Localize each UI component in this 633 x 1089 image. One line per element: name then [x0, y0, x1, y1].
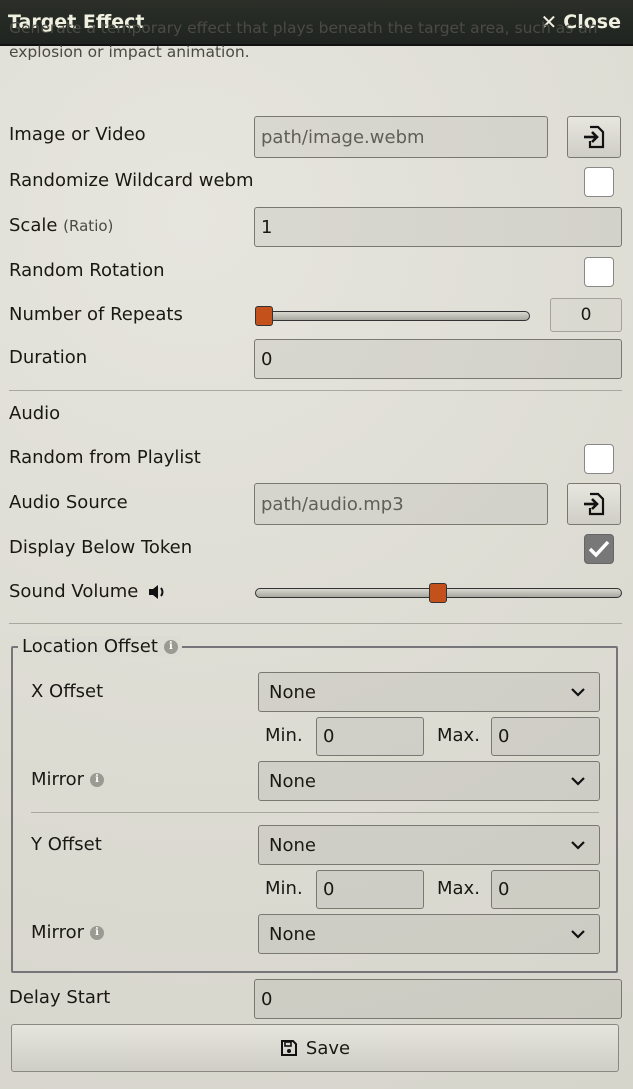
y-offset-select[interactable]: None	[258, 825, 600, 865]
image-file-picker-button[interactable]	[567, 116, 621, 158]
random-playlist-label: Random from Playlist	[9, 447, 201, 468]
save-button[interactable]: Save	[11, 1024, 619, 1072]
scale-input[interactable]: 1	[254, 207, 622, 247]
form-hint: Generate a temporary effect that plays b…	[9, 19, 598, 61]
y-mirror-value: None	[269, 923, 316, 945]
y-min-input[interactable]: 0	[316, 870, 424, 909]
location-offset-legend: Location Offset i	[18, 636, 182, 657]
x-offset-label: X Offset	[31, 681, 104, 702]
divider	[9, 623, 622, 624]
repeats-value: 0	[550, 298, 622, 332]
repeats-label: Number of Repeats	[9, 304, 183, 325]
y-mirror-label: Mirror	[31, 922, 85, 943]
audio-heading: Audio	[9, 403, 61, 424]
image-label: Image or Video	[9, 124, 146, 145]
duration-input[interactable]: 0	[254, 339, 622, 379]
delay-start-label: Delay Start	[9, 987, 111, 1008]
y-offset-value: None	[269, 834, 316, 856]
random-rotation-label: Random Rotation	[9, 260, 165, 281]
y-mirror-label-wrap: Mirror i	[31, 922, 105, 943]
checkmark-icon	[588, 540, 610, 558]
chevron-down-icon	[571, 688, 585, 697]
x-min-input[interactable]: 0	[316, 717, 424, 756]
save-icon	[280, 1040, 297, 1056]
duration-label: Duration	[9, 347, 88, 368]
randomize-label: Randomize Wildcard webm	[9, 170, 254, 191]
y-min-label: Min.	[265, 878, 303, 899]
file-import-icon	[584, 492, 605, 516]
chevron-down-icon	[571, 777, 585, 786]
x-max-input[interactable]: 0	[491, 717, 600, 756]
scale-label: Scale (Ratio)	[9, 215, 113, 236]
divider	[9, 390, 622, 391]
save-label: Save	[305, 1037, 351, 1059]
below-token-label: Display Below Token	[9, 537, 193, 558]
y-mirror-select[interactable]: None	[258, 914, 600, 954]
repeats-slider-track[interactable]	[255, 311, 530, 321]
volume-icon	[149, 584, 164, 599]
x-mirror-label-wrap: Mirror i	[31, 769, 105, 790]
chevron-down-icon	[571, 841, 585, 850]
random-playlist-checkbox[interactable]	[584, 444, 614, 474]
sound-volume-label: Sound Volume	[9, 581, 139, 602]
image-path-input[interactable]: path/image.webm	[254, 116, 548, 158]
chevron-down-icon	[571, 930, 585, 939]
volume-slider-thumb[interactable]	[428, 583, 447, 603]
x-mirror-label: Mirror	[31, 769, 85, 790]
x-max-label: Max.	[437, 725, 480, 746]
audio-file-picker-button[interactable]	[567, 483, 621, 525]
x-mirror-select[interactable]: None	[258, 761, 600, 801]
location-offset-title: Location Offset	[22, 636, 158, 657]
target-effect-window: Target Effect ✕ Close Generate a tempora…	[0, 0, 633, 1089]
x-min-label: Min.	[265, 725, 303, 746]
below-token-checkbox[interactable]	[584, 534, 614, 564]
repeats-slider-thumb[interactable]	[255, 306, 273, 326]
audio-source-label: Audio Source	[9, 492, 128, 513]
file-import-icon	[584, 125, 605, 149]
x-mirror-value: None	[269, 770, 316, 792]
scale-sub-label: (Ratio)	[63, 217, 114, 235]
sound-volume-label-wrap: Sound Volume	[9, 581, 168, 602]
y-offset-label: Y Offset	[31, 834, 102, 855]
y-max-label: Max.	[437, 878, 480, 899]
x-offset-select[interactable]: None	[258, 672, 600, 712]
divider	[31, 812, 599, 813]
random-rotation-checkbox[interactable]	[584, 257, 614, 287]
info-icon[interactable]: i	[90, 925, 105, 940]
audio-path-input[interactable]: path/audio.mp3	[254, 483, 548, 525]
scale-label-text: Scale	[9, 215, 58, 236]
x-offset-value: None	[269, 681, 316, 703]
info-icon[interactable]: i	[163, 639, 178, 654]
randomize-checkbox[interactable]	[584, 167, 614, 197]
info-icon[interactable]: i	[90, 772, 105, 787]
y-max-input[interactable]: 0	[491, 870, 600, 909]
delay-start-input[interactable]: 0	[254, 979, 622, 1019]
